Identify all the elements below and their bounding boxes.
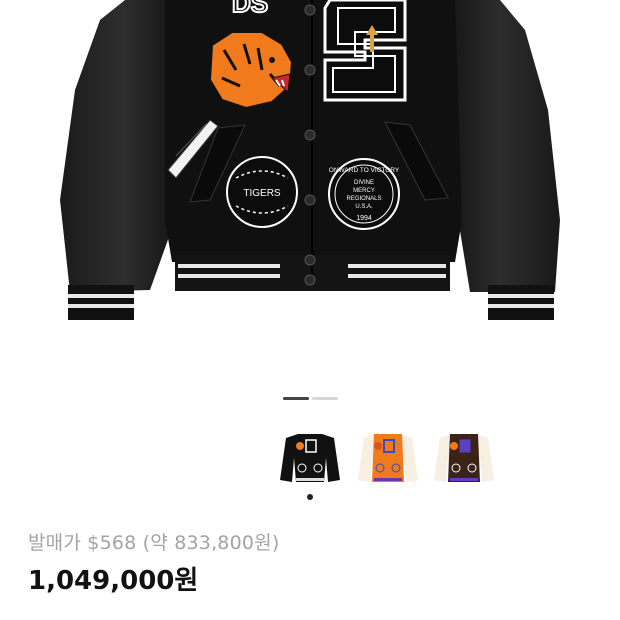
- image-pager: [0, 396, 620, 402]
- pager-dot-inactive[interactable]: [312, 397, 338, 400]
- chest-letters-partial: DS: [232, 0, 268, 18]
- onward-patch-line-1: DIVINE: [354, 180, 374, 186]
- selected-thumb-indicator: [307, 494, 313, 500]
- onward-to-victory-patch: ONWARD TO VICTORY DIVINE MERCY REGIONALS…: [328, 158, 400, 230]
- onward-patch-ring-text: ONWARD TO VICTORY: [329, 167, 400, 174]
- tigers-baseball-patch: TIGERS: [226, 156, 298, 228]
- tigers-patch-text: TIGERS: [243, 188, 281, 199]
- varsity-jacket-image: DS TIGERS ONWARD TO VICTORY DIVINE MERCY…: [60, 0, 560, 320]
- description-cutoff: [28, 612, 358, 620]
- product-image[interactable]: DS TIGERS ONWARD TO VICTORY DIVINE MERCY…: [0, 0, 620, 380]
- onward-patch-year: 1994: [356, 215, 372, 222]
- release-price: 발매가 $568 (약 833,800원): [28, 532, 280, 554]
- brown-jacket-thumb[interactable]: [432, 428, 496, 490]
- black-jacket-thumb[interactable]: [278, 428, 342, 490]
- left-cuff: [68, 285, 134, 320]
- pager-dot-active[interactable]: [283, 397, 309, 400]
- onward-patch-line-3: REGIONALS: [346, 196, 381, 202]
- color-variant-thumbnails: [270, 420, 510, 500]
- current-price: 1,049,000원: [28, 566, 199, 596]
- onward-patch-line-2: MERCY: [353, 188, 375, 194]
- chest-s-patch: [323, 0, 407, 102]
- onward-patch-line-4: U.S.A.: [355, 204, 373, 210]
- right-cuff: [488, 285, 554, 320]
- orange-jacket-thumb[interactable]: [356, 428, 420, 490]
